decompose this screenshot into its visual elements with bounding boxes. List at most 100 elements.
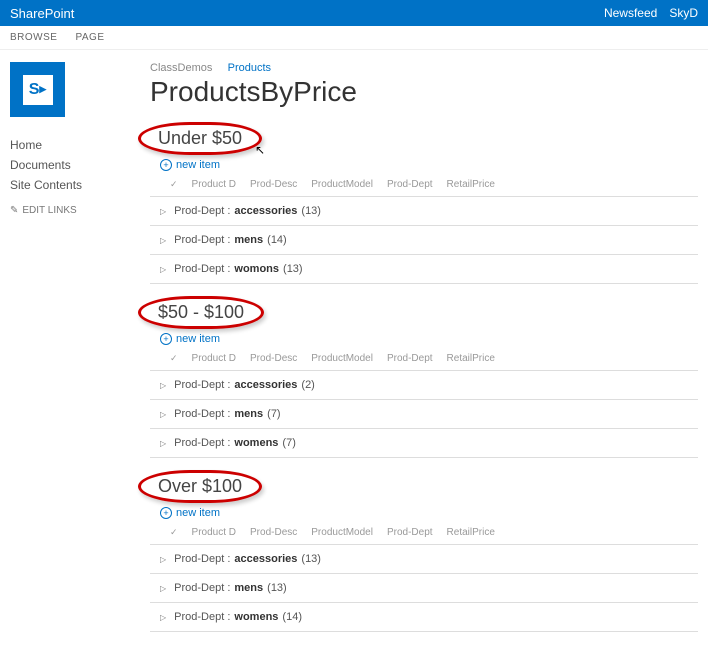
group-count: (13) xyxy=(301,205,321,217)
group-value: mens xyxy=(234,234,263,246)
group-label: Prod-Dept : xyxy=(174,379,230,391)
group-value: accessories xyxy=(234,553,297,565)
plus-icon: + xyxy=(160,333,172,345)
column-header[interactable]: RetailPrice xyxy=(447,527,495,538)
section-header: $50 - $100 xyxy=(150,298,252,327)
group-count: (14) xyxy=(267,234,287,246)
new-item-label: new item xyxy=(176,159,220,171)
pencil-icon: ✎ xyxy=(10,205,18,216)
group-row[interactable]: ▷Prod-Dept : womens (7) xyxy=(150,428,698,458)
site-logo[interactable]: S▶ xyxy=(10,62,65,117)
nav-site-contents[interactable]: Site Contents xyxy=(10,175,140,195)
column-header[interactable]: Prod-Dept xyxy=(387,353,433,364)
group-row[interactable]: ▷ Prod-Dept : accessories (13) xyxy=(150,196,698,225)
plus-icon: + xyxy=(160,159,172,171)
column-header[interactable]: ProductModel xyxy=(311,353,373,364)
group-row[interactable]: ▷ Prod-Dept : mens (13) xyxy=(150,573,698,602)
column-header[interactable]: Product D xyxy=(192,527,236,538)
expand-caret-icon[interactable]: ▷ xyxy=(160,613,166,622)
check-icon[interactable]: ✓ xyxy=(170,353,178,364)
group-row[interactable]: ▷ Prod-Dept : mens (14) xyxy=(150,225,698,254)
column-header[interactable]: Prod-Desc xyxy=(250,179,297,190)
breadcrumb-site[interactable]: ClassDemos xyxy=(150,62,212,74)
group-label: Prod-Dept : xyxy=(174,263,230,275)
new-item-label: new item xyxy=(176,333,220,345)
ribbon: BROWSE PAGE xyxy=(0,26,708,50)
group-value: accessories xyxy=(234,205,297,217)
ribbon-tab-browse[interactable]: BROWSE xyxy=(10,32,57,43)
group-value: mens xyxy=(234,408,263,420)
highlight-circle xyxy=(138,470,262,503)
expand-caret-icon[interactable]: ▷ xyxy=(160,410,166,419)
left-nav: S▶ Home Documents Site Contents ✎ EDIT L… xyxy=(0,50,150,656)
breadcrumb: ClassDemos Products xyxy=(150,62,698,74)
group-row[interactable]: ▷ Prod-Dept : accessories (13) xyxy=(150,544,698,573)
column-headers: ✓ Product D Prod-Desc ProductModel Prod-Dept… xyxy=(150,349,698,370)
column-header[interactable]: Prod-Dept xyxy=(387,179,433,190)
group-row[interactable]: ▷ Prod-Dept : womons (13) xyxy=(150,254,698,284)
edit-links-label: EDIT LINKS xyxy=(22,205,76,216)
highlight-circle xyxy=(138,296,264,329)
nav-home[interactable]: Home xyxy=(10,135,140,155)
new-item-link[interactable]: + new item xyxy=(160,159,698,171)
suite-link-newsfeed[interactable]: Newsfeed xyxy=(604,6,657,20)
page-title: ProductsByPrice xyxy=(150,76,698,108)
group-row[interactable]: ▷Prod-Dept : mens (7) xyxy=(150,399,698,428)
expand-caret-icon[interactable]: ▷ xyxy=(160,236,166,245)
column-header[interactable]: Prod-Desc xyxy=(250,527,297,538)
new-item-link[interactable]: + new item xyxy=(160,333,698,345)
group-count: (13) xyxy=(301,553,321,565)
check-icon[interactable]: ✓ xyxy=(170,179,178,190)
group-value: mens xyxy=(234,582,263,594)
price-section: Over $100 + new item ✓ Product D Prod-Desc Pro… xyxy=(150,472,698,632)
group-row[interactable]: ▷Prod-Dept : accessories (2) xyxy=(150,370,698,399)
nav-documents[interactable]: Documents xyxy=(10,155,140,175)
expand-caret-icon[interactable]: ▷ xyxy=(160,381,166,390)
column-header[interactable]: RetailPrice xyxy=(447,179,495,190)
price-section: $50 - $100 + new item ✓ Product D Prod-Desc Pr… xyxy=(150,298,698,458)
new-item-link[interactable]: + new item xyxy=(160,507,698,519)
group-count: (7) xyxy=(267,408,280,420)
group-label: Prod-Dept : xyxy=(174,205,230,217)
suite-links: Newsfeed SkyD xyxy=(604,6,698,20)
group-count: (7) xyxy=(282,437,295,449)
price-section: Under $50 + new item ✓ Product D Prod-Desc Pro… xyxy=(150,124,698,284)
column-header[interactable]: Prod-Desc xyxy=(250,353,297,364)
expand-caret-icon[interactable]: ▷ xyxy=(160,584,166,593)
group-label: Prod-Dept : xyxy=(174,553,230,565)
section-header: Under $50 xyxy=(150,124,250,153)
expand-caret-icon[interactable]: ▷ xyxy=(160,439,166,448)
group-count: (13) xyxy=(283,263,303,275)
ribbon-tab-page[interactable]: PAGE xyxy=(75,32,104,43)
suite-brand[interactable]: SharePoint xyxy=(10,6,74,21)
column-header[interactable]: Product D xyxy=(192,353,236,364)
group-label: Prod-Dept : xyxy=(174,582,230,594)
plus-icon: + xyxy=(160,507,172,519)
group-row[interactable]: ▷Prod-Dept : womens (14) xyxy=(150,602,698,632)
new-item-label: new item xyxy=(176,507,220,519)
column-header[interactable]: ProductModel xyxy=(311,527,373,538)
column-header[interactable]: RetailPrice xyxy=(447,353,495,364)
column-header[interactable]: Product D xyxy=(192,179,236,190)
check-icon[interactable]: ✓ xyxy=(170,527,178,538)
expand-caret-icon[interactable]: ▷ xyxy=(160,265,166,274)
main-content: ClassDemos Products ProductsByPrice Unde… xyxy=(150,50,708,656)
group-count: (13) xyxy=(267,582,287,594)
edit-links[interactable]: ✎ EDIT LINKS xyxy=(10,205,140,216)
group-label: Prod-Dept : xyxy=(174,234,230,246)
column-header[interactable]: ProductModel xyxy=(311,179,373,190)
section-header: Over $100 xyxy=(150,472,250,501)
expand-caret-icon[interactable]: ▷ xyxy=(160,555,166,564)
group-value: womens xyxy=(234,611,278,623)
group-label: Prod-Dept : xyxy=(174,437,230,449)
expand-caret-icon[interactable]: ▷ xyxy=(160,207,166,216)
column-header[interactable]: Prod-Dept xyxy=(387,527,433,538)
column-headers: ✓ Product D Prod-Desc ProductModel Prod-Dept… xyxy=(150,523,698,544)
column-headers: ✓ Product D Prod-Desc ProductModel Prod-Dept… xyxy=(150,175,698,196)
suite-link-skydrive[interactable]: SkyD xyxy=(669,6,698,20)
group-value: accessories xyxy=(234,379,297,391)
breadcrumb-list[interactable]: Products xyxy=(228,62,271,74)
suite-bar: SharePoint Newsfeed SkyD xyxy=(0,0,708,26)
group-count: (14) xyxy=(282,611,302,623)
group-value: womons xyxy=(234,263,279,275)
